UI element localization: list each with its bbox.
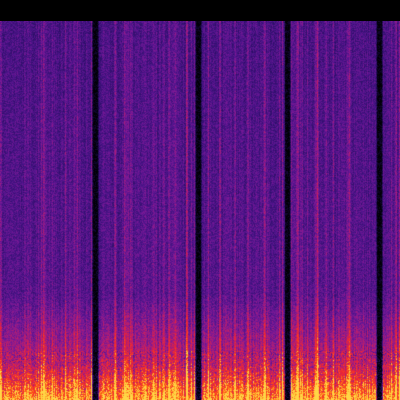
spectrogram-frame [0,0,400,400]
spectrogram-image [0,0,400,400]
top-black-band [0,0,400,21]
